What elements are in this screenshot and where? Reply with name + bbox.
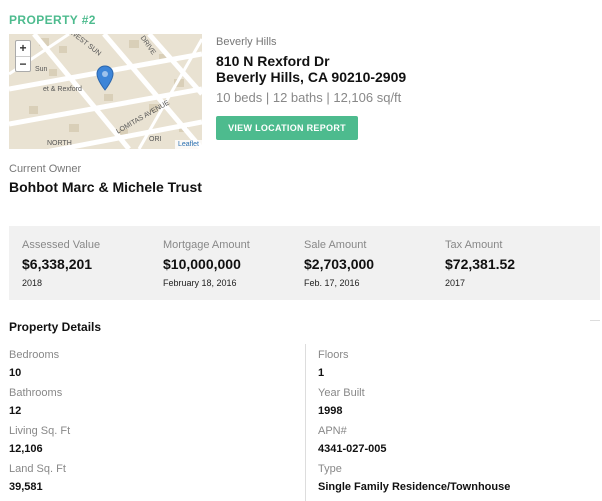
detail-label: Land Sq. Ft [9, 463, 66, 475]
details-column-divider [305, 344, 306, 501]
detail-value: 4341-027-005 [318, 443, 387, 455]
property-details-title: Property Details [9, 320, 102, 334]
detail-type: Type Single Family Residence/Townhouse [318, 463, 510, 493]
detail-year-built: Year Built 1998 [318, 387, 365, 417]
map-street-label: ORI [149, 136, 162, 143]
detail-label: Bedrooms [9, 349, 60, 361]
stat-sub: 2017 [445, 278, 466, 288]
map-street-label: Sun [35, 66, 48, 73]
stat-label: Tax Amount [445, 239, 503, 251]
detail-bedrooms: Bedrooms 10 [9, 349, 59, 379]
detail-label: APN# [318, 425, 347, 437]
detail-value: 12 [9, 405, 22, 417]
map-street-label: et & Rexford [43, 86, 82, 93]
address-line-1: 810 N Rexford Dr [216, 53, 330, 69]
stat-sub: February 18, 2016 [163, 278, 237, 288]
stat-label: Mortgage Amount [163, 239, 250, 251]
stat-value: $6,338,201 [22, 256, 93, 272]
detail-living-sqft: Living Sq. Ft 12,106 [9, 425, 70, 455]
map-zoom-control: + − [15, 40, 31, 72]
detail-floors: Floors 1 [318, 349, 349, 379]
stat-sub: Feb. 17, 2016 [304, 278, 360, 288]
financial-stats-panel: Assessed Value $6,338,201 2018 Mortgage … [9, 226, 600, 300]
current-owner-name: Bohbot Marc & Michele Trust [9, 179, 202, 195]
detail-bathrooms: Bathrooms 12 [9, 387, 62, 417]
detail-label: Living Sq. Ft [9, 425, 71, 437]
detail-value: 10 [9, 367, 22, 379]
map-attribution-link[interactable]: Leaflet [174, 140, 202, 149]
detail-value: 12,106 [9, 443, 43, 455]
detail-value: 1998 [318, 405, 343, 417]
divider [590, 320, 600, 321]
map-tiles [9, 34, 202, 149]
address-city: Beverly Hills [216, 36, 277, 48]
map-street-label: NORTH [47, 140, 72, 147]
detail-label: Bathrooms [9, 387, 63, 399]
view-location-report-button[interactable]: VIEW LOCATION REPORT [216, 116, 358, 140]
detail-land-sqft: Land Sq. Ft 39,581 [9, 463, 66, 493]
stat-label: Sale Amount [304, 239, 367, 251]
stat-sub: 2018 [22, 278, 43, 288]
detail-label: Type [318, 463, 342, 475]
zoom-out-button[interactable]: − [16, 56, 30, 71]
stat-label: Assessed Value [22, 239, 101, 251]
stat-value: $2,703,000 [304, 256, 375, 272]
detail-apn: APN# 4341-027-005 [318, 425, 387, 455]
map-marker-icon[interactable] [96, 65, 114, 91]
detail-value: 39,581 [9, 481, 43, 493]
zoom-in-button[interactable]: + [16, 41, 30, 56]
property-summary: 10 beds | 12 baths | 12,106 sq/ft [216, 90, 402, 105]
stat-value: $10,000,000 [163, 256, 241, 272]
current-owner-label: Current Owner [9, 163, 82, 175]
address-line-2: Beverly Hills, CA 90210-2909 [216, 69, 407, 85]
detail-value: Single Family Residence/Townhouse [318, 481, 511, 493]
stat-value: $72,381.52 [445, 256, 516, 272]
location-map[interactable]: WEST SUN DRIVE Sun et & Rexford LOMITAS … [9, 34, 202, 149]
detail-label: Year Built [318, 387, 365, 399]
detail-label: Floors [318, 349, 349, 361]
detail-value: 1 [318, 367, 325, 379]
property-number-label: PROPERTY #2 [9, 13, 96, 27]
